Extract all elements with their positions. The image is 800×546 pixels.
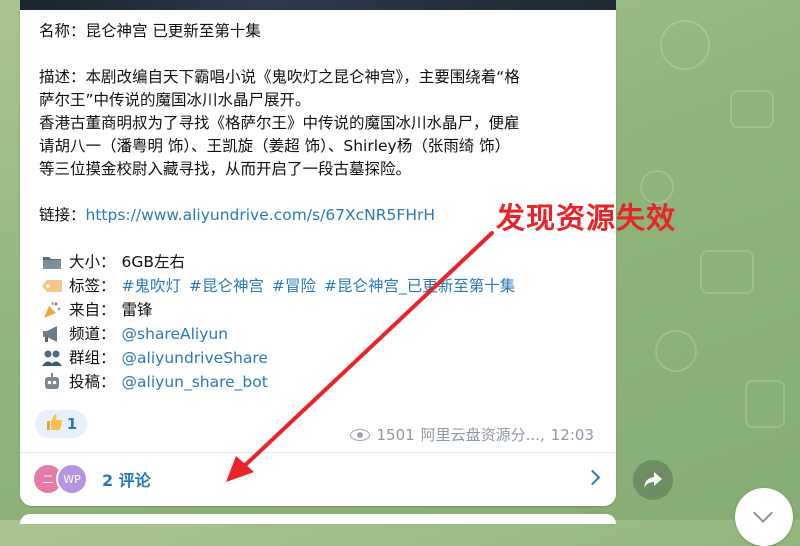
annotation-arrow bbox=[226, 231, 494, 482]
